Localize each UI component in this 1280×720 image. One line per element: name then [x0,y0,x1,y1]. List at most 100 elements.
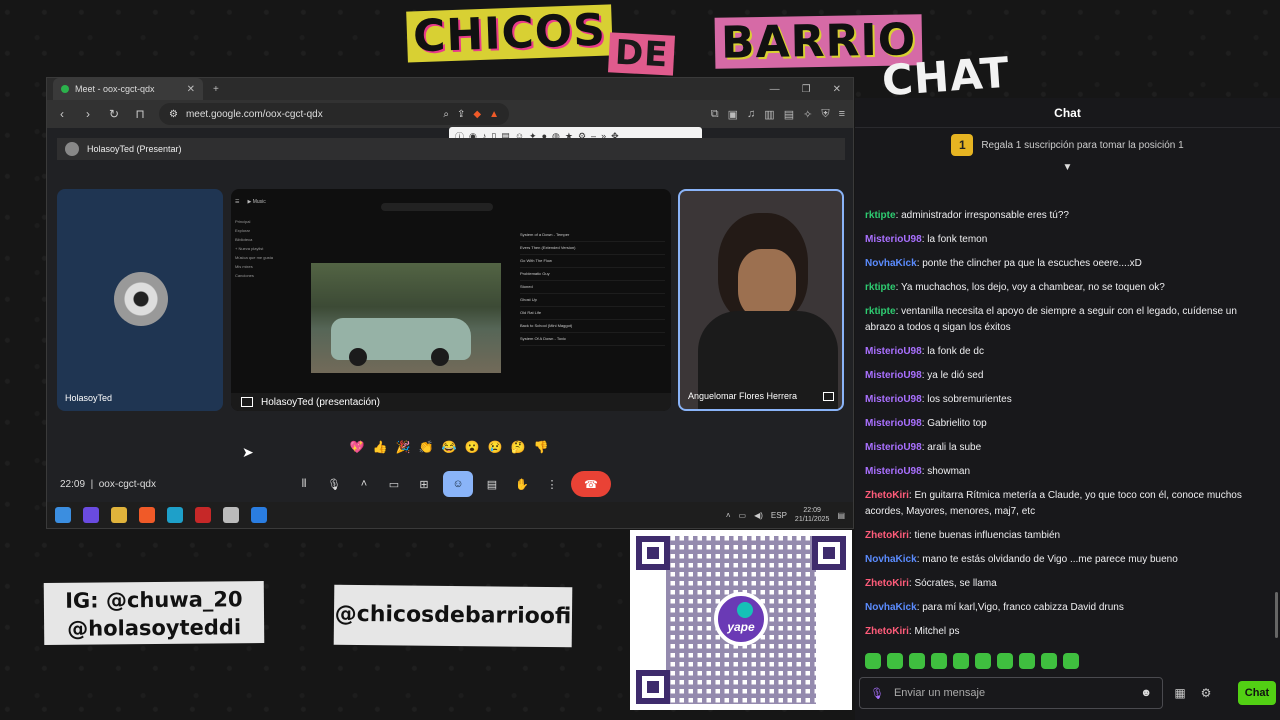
chat-scrollbar[interactable] [1275,592,1278,638]
file-explorer-icon[interactable] [111,507,127,523]
app-icon[interactable] [251,507,267,523]
reaction-laugh-icon[interactable]: 😂 [441,440,457,454]
pin-icon[interactable] [823,392,834,401]
extension-icon[interactable]: ⧉ [711,108,719,121]
participant-tile-camera[interactable]: Anguelomar Flores Herrera [678,189,844,411]
edge-icon[interactable] [167,507,183,523]
emote-icon[interactable] [931,653,947,669]
reaction-heart-icon[interactable]: 💖 [349,440,365,454]
forward-icon[interactable]: › [81,107,95,121]
copilot-icon[interactable] [83,507,99,523]
chat-username[interactable]: MisterioU98 [865,466,922,477]
emote-icon[interactable] [997,653,1013,669]
chat-username[interactable]: NovhaKick [865,554,917,565]
emote-icon[interactable] [1063,653,1079,669]
present-screen-icon[interactable]: ⊞ [413,473,435,495]
share-icon[interactable]: ⇪ [457,109,465,120]
chat-username[interactable]: MisterioU98 [865,370,922,381]
brave-rewards-icon[interactable]: ▲ [489,109,499,120]
reaction-surprise-icon[interactable]: 😮 [464,440,480,454]
store-icon[interactable]: ▦ [1171,686,1189,700]
camera-icon[interactable]: ▭ [383,473,405,495]
reaction-thumbs-up-icon[interactable]: 👍 [372,440,388,454]
chat-username[interactable]: ZhetoKiri [865,626,909,637]
chrome-icon[interactable] [195,507,211,523]
maximize-icon[interactable]: ❐ [802,84,811,95]
participant-tile-ted[interactable]: HolasoyTed [57,189,223,411]
chat-username[interactable]: ZhetoKiri [865,578,909,589]
new-tab-icon[interactable]: + [213,84,219,95]
raise-hand-icon[interactable]: ✋ [511,473,533,495]
mic-icon[interactable]: 🎙 [870,687,884,700]
mic-icon[interactable]: 🎙 [323,473,345,495]
chat-username[interactable]: ZhetoKiri [865,530,909,541]
emote-icon[interactable] [975,653,991,669]
site-info-icon[interactable]: ⚙ [169,109,178,120]
chat-username[interactable]: MisterioU98 [865,442,922,453]
sidebar-icon[interactable]: ▥ [764,108,774,121]
captions-icon[interactable]: ▤ [481,473,503,495]
address-bar[interactable]: ⚙ meet.google.com/oox-cgct-qdx ⌕ ⇪ ◆ ▲ [159,103,509,125]
chevron-up-icon[interactable]: ˄ [726,511,731,520]
volume-icon[interactable]: ◀) [754,511,763,520]
clock[interactable]: 22:09 21/11/2025 [795,506,830,524]
chat-username[interactable]: MisterioU98 [865,234,922,245]
emote-icon[interactable] [1041,653,1057,669]
wallet-icon[interactable]: ▤ [784,108,794,121]
emote-icon[interactable] [1019,653,1035,669]
music-icon[interactable]: ♫ [747,108,755,121]
chat-username[interactable]: MisterioU98 [865,418,922,429]
windows-start-icon[interactable] [55,507,71,523]
reload-icon[interactable]: ↻ [107,107,121,121]
more-options-icon[interactable]: ⋮ [541,473,563,495]
reactions-button[interactable]: ☺ [443,471,473,497]
leave-call-button[interactable]: ☎ [571,471,611,497]
close-icon[interactable]: ✕ [187,84,195,95]
browser-window: Meet - oox-cgct-qdx ✕ + — ❐ ✕ ‹ › ↻ ⊓ ⚙ … [46,77,854,529]
chat-text: Ya muchachos, los dejo, voy a chambear, … [900,282,1165,293]
menu-icon[interactable]: ≡ [839,108,845,121]
chevron-up-icon[interactable]: ˄ [353,473,375,495]
send-chat-button[interactable]: Chat [1238,681,1276,705]
leo-icon[interactable]: ✧ [803,108,812,121]
chat-username[interactable]: rktipte [865,282,896,293]
network-icon[interactable]: ▭ [739,511,747,520]
brave-shield-icon[interactable]: ◆ [473,109,481,120]
chat-username[interactable]: MisterioU98 [865,346,922,357]
app-icon[interactable] [223,507,239,523]
chat-text: arali la sube [927,442,982,453]
reaction-sad-icon[interactable]: 😢 [487,440,503,454]
minimize-icon[interactable]: — [770,84,780,95]
close-window-icon[interactable]: ✕ [833,84,841,95]
reaction-thinking-icon[interactable]: 🤔 [510,440,526,454]
emote-icon[interactable] [909,653,925,669]
zoom-icon[interactable]: ⌕ [443,109,449,120]
chat-input[interactable]: 🎙 Enviar un mensaje ☻ [859,677,1163,709]
language-indicator[interactable]: ESP [771,511,787,520]
chat-username[interactable]: NovhaKick [865,258,917,269]
screen-share-tile[interactable]: ☰ ▶ Music Principal Explorar Biblioteca +… [231,189,671,411]
notification-icon[interactable]: ▤ [837,511,845,520]
emoji-picker-icon[interactable]: ☻ [1140,687,1152,699]
chat-username[interactable]: MisterioU98 [865,394,922,405]
reaction-party-icon[interactable]: 🎉 [395,440,411,454]
chat-username[interactable]: ZhetoKiri [865,490,909,501]
chat-username[interactable]: rktipte [865,306,896,317]
tab-meet[interactable]: Meet - oox-cgct-qdx ✕ [53,78,203,100]
screenshot-icon[interactable]: ▣ [728,108,738,121]
emote-icon[interactable] [953,653,969,669]
chat-username[interactable]: NovhaKick [865,602,917,613]
pinned-toggle-icon[interactable]: ▼ [855,162,1280,182]
audio-level-icon[interactable]: ⫴ [293,473,315,495]
sub-gift-promo[interactable]: 1 Regala 1 suscripción para tomar la pos… [855,128,1280,162]
emote-icon[interactable] [865,653,881,669]
emote-icon[interactable] [887,653,903,669]
chat-username[interactable]: rktipte [865,210,896,221]
bookmark-icon[interactable]: ⊓ [133,107,147,121]
vpn-icon[interactable]: ⛨ [821,108,829,121]
reaction-clap-icon[interactable]: 👏 [418,440,434,454]
settings-icon[interactable]: ⚙ [1197,686,1215,700]
back-icon[interactable]: ‹ [55,107,69,121]
reaction-thumbs-down-icon[interactable]: 👎 [533,440,549,454]
brave-icon[interactable] [139,507,155,523]
